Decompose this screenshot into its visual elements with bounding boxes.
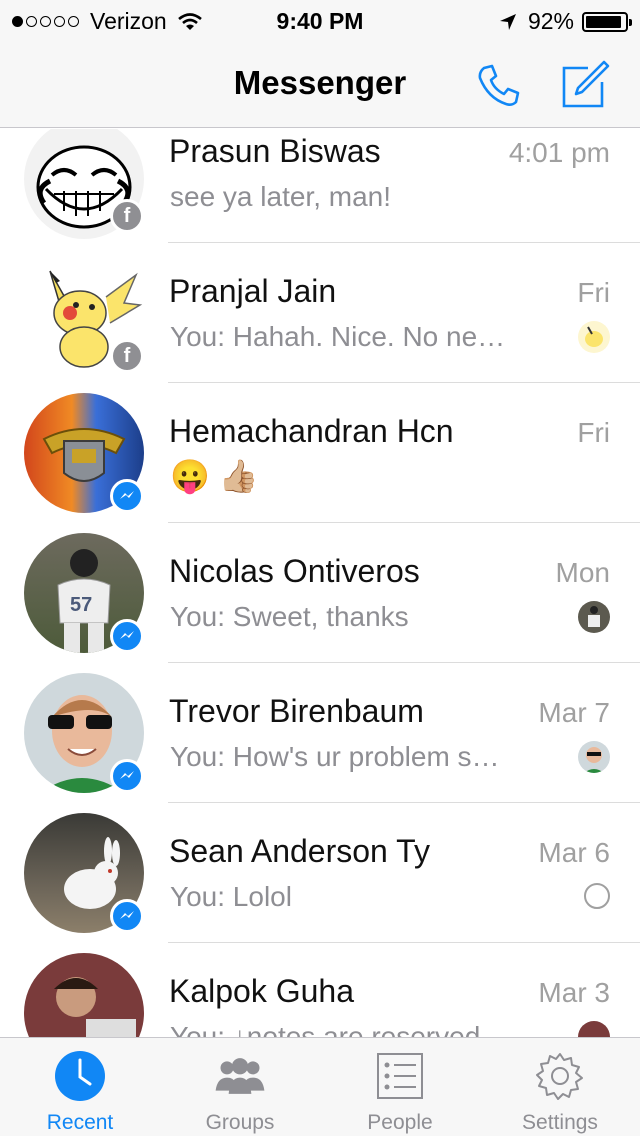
navigation-bar: Messenger	[0, 40, 640, 128]
tab-label: Recent	[46, 1111, 114, 1134]
tab-label: People	[367, 1111, 433, 1134]
gear-icon	[534, 1050, 586, 1102]
tab-recent[interactable]: Recent	[0, 1038, 160, 1136]
contact-name: Pranjal Jain	[169, 273, 337, 309]
battery-level	[586, 15, 621, 28]
messenger-badge-icon	[110, 479, 144, 513]
message-preview: see ya later, man!	[170, 181, 392, 212]
facebook-badge-icon: f	[110, 339, 144, 373]
contact-name: Nicolas Ontiveros	[169, 553, 420, 589]
conversation-row[interactable]: 57 Nicolas Ontiveros Mon You: Sweet, tha…	[0, 523, 640, 663]
contact-name: Trevor Birenbaum	[169, 693, 424, 729]
conversation-row[interactable]: Sean Anderson Ty Mar 6 You: Lolol	[0, 803, 640, 943]
call-button[interactable]	[470, 58, 526, 114]
seen-avatar	[578, 741, 610, 773]
messenger-badge-icon	[110, 759, 144, 793]
tab-groups[interactable]: Groups	[160, 1038, 320, 1136]
contact-name: Sean Anderson Ty	[169, 833, 430, 869]
seen-avatar	[578, 601, 610, 633]
svg-text:57: 57	[70, 594, 92, 616]
tab-bar: Recent Groups People Settings	[0, 1037, 640, 1136]
conversation-row[interactable]: f Prasun Biswas 4:01 pm see ya later, ma…	[0, 129, 640, 243]
tab-label: Groups	[205, 1111, 275, 1134]
phone-icon	[478, 64, 520, 106]
message-time: Mar 3	[538, 977, 610, 1008]
tab-label: Settings	[522, 1111, 598, 1134]
conversation-row[interactable]: Kalpok Guha Mar 3 You: ↓notes are reserv…	[0, 943, 640, 1037]
message-preview: You: Sweet, thanks	[170, 601, 409, 632]
contact-name: Kalpok Guha	[169, 973, 355, 1009]
battery-percent: 92%	[527, 8, 574, 34]
seen-avatar	[578, 321, 610, 353]
message-time: Mar 6	[538, 837, 610, 868]
message-preview: 😛 👍🏼	[170, 458, 259, 494]
conversation-row[interactable]: f Pranjal Jain Fri You: Hahah. Nice. No …	[0, 243, 640, 383]
message-time: Mon	[555, 557, 610, 588]
message-preview: You: ↓notes are reserved…	[170, 1021, 509, 1037]
groups-icon	[214, 1050, 266, 1102]
page-title: Messenger	[233, 64, 407, 101]
message-time: Fri	[577, 417, 610, 448]
location-arrow-icon	[499, 13, 516, 30]
contact-name: Hemachandran Hcn	[169, 413, 454, 449]
compose-button[interactable]	[556, 58, 612, 114]
battery-icon	[582, 11, 632, 32]
message-time: Mar 7	[538, 697, 610, 728]
message-preview: You: Hahah. Nice. No ne…	[170, 321, 506, 352]
status-right: 92%	[498, 8, 632, 35]
tab-people[interactable]: People	[320, 1038, 480, 1136]
message-time: Fri	[577, 277, 610, 308]
conversation-row[interactable]: Trevor Birenbaum Mar 7 You: How's ur pro…	[0, 663, 640, 803]
seen-avatar	[578, 1021, 610, 1037]
conversation-row[interactable]: Hemachandran Hcn Fri 😛 👍🏼	[0, 383, 640, 523]
contact-name: Prasun Biswas	[169, 133, 381, 169]
message-preview: You: How's ur problem s…	[170, 741, 500, 772]
messenger-badge-icon	[110, 619, 144, 653]
tab-settings[interactable]: Settings	[480, 1038, 640, 1136]
avatar	[24, 953, 144, 1037]
message-preview: You: Lolol	[170, 881, 292, 912]
compose-icon	[562, 60, 610, 108]
messenger-badge-icon	[110, 899, 144, 933]
conversation-list[interactable]: f Prasun Biswas 4:01 pm see ya later, ma…	[0, 129, 640, 1037]
people-list-icon	[374, 1050, 426, 1102]
facebook-badge-icon: f	[110, 199, 144, 233]
status-bar: Verizon 9:40 PM 92%	[0, 0, 640, 40]
message-time: 4:01 pm	[508, 137, 610, 168]
sent-status-icon	[584, 883, 610, 909]
clock-icon	[54, 1050, 106, 1102]
